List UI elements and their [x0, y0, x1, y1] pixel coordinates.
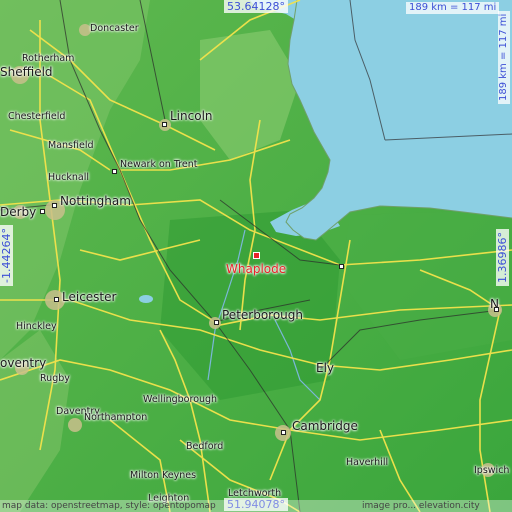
city-marker-cambridge [281, 430, 286, 435]
city-label-wellingborough: Wellingborough [143, 394, 218, 405]
city-marker-norwich [494, 307, 499, 312]
city-label-coventry: oventry [0, 356, 47, 370]
city-label-rugby: Rugby [40, 373, 70, 384]
city-label-hucknall: Hucknall [48, 172, 90, 183]
city-label-newark: Newark on Trent [120, 159, 198, 170]
scale-vertical: 189 km = 117 mi [498, 10, 510, 104]
city-label-bedford: Bedford [186, 441, 224, 452]
city-label-miltonkeynes: Milton Keynes [130, 470, 197, 481]
city-label-lincoln: Lincoln [170, 109, 213, 123]
attribution-bar: map data: openstreetmap, style: opentopo… [0, 500, 512, 512]
city-marker-derby [40, 209, 45, 214]
lon-right-label: 1.36986° [496, 229, 509, 286]
city-label-northampton: Northampton [84, 412, 148, 423]
lat-top-label: 53.64128° [224, 0, 288, 13]
city-label-nottingham: Nottingham [60, 194, 131, 208]
city-marker-newark [112, 169, 117, 174]
city-label-ely: Ely [316, 361, 335, 375]
city-label-peterborough: Peterborough [222, 308, 304, 322]
city-label-doncaster: Doncaster [90, 23, 139, 34]
city-label-mansfield: Mansfield [48, 140, 94, 151]
lon-left-label: -1.44264° [0, 225, 13, 286]
city-label-derby: Derby [0, 205, 37, 219]
city-label-leicester: Leicester [62, 290, 117, 304]
city-label-sheffield: Sheffield [0, 65, 53, 79]
city-label-hinckley: Hinckley [16, 321, 57, 332]
city-label-haverhill: Haverhill [346, 457, 389, 468]
city-marker-nottingham [52, 203, 57, 208]
attribution-image[interactable]: image pro... elevation.city [362, 500, 480, 512]
city-label-cambridge: Cambridge [292, 419, 358, 433]
highlight-label[interactable]: Whaplode [226, 262, 286, 276]
city-marker-leicester [54, 297, 59, 302]
map-viewport[interactable]: Doncaster Rotherham Sheffield Chesterfie… [0, 0, 512, 512]
city-label-rotherham: Rotherham [22, 53, 75, 64]
highlight-marker[interactable] [253, 252, 260, 259]
city-marker-lincoln [162, 122, 167, 127]
scale-horizontal: 189 km = 117 mi [406, 2, 500, 14]
city-marker-peterborough [214, 320, 219, 325]
city-label-chesterfield: Chesterfield [8, 111, 66, 122]
city-marker-kingslynn [339, 264, 344, 269]
city-label-ipswich: Ipswich [474, 465, 510, 476]
attribution-map-data[interactable]: map data: openstreetmap, style: opentopo… [2, 500, 216, 512]
